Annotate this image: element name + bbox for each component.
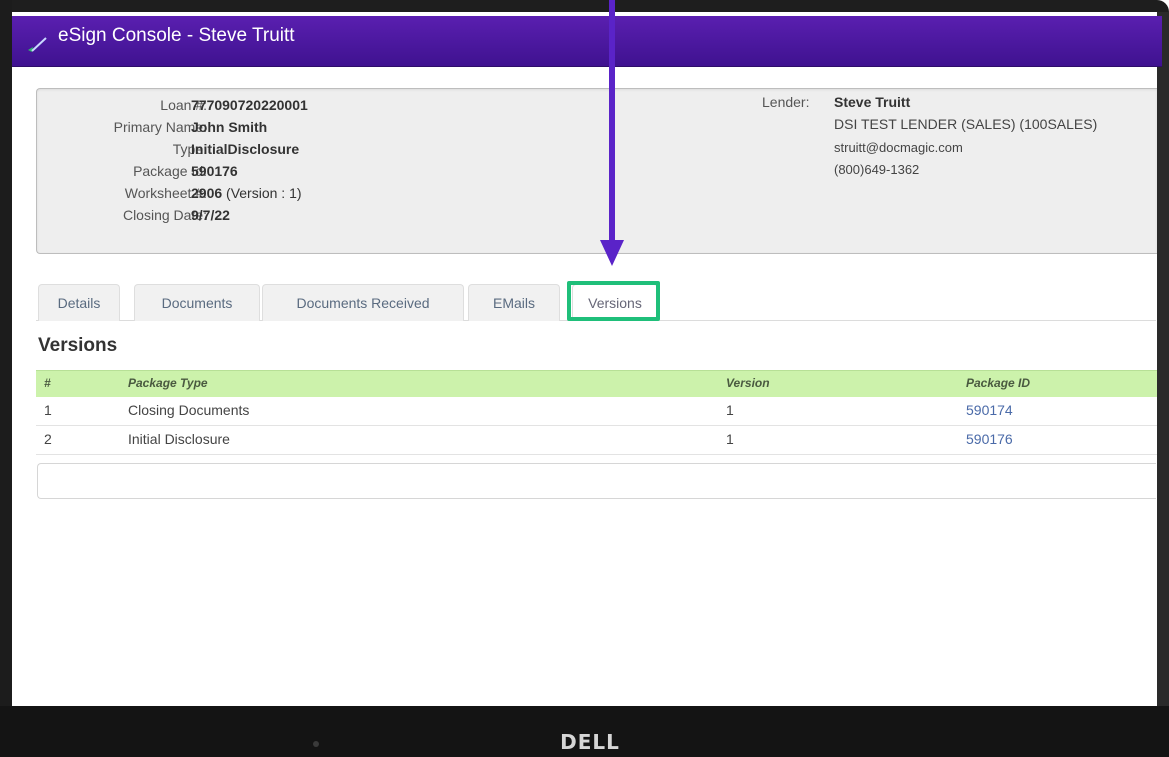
loan-info-panel: Loan #: 777090720220001 Primary Name: Jo… bbox=[36, 88, 1157, 254]
lender-company: DSI TEST LENDER (SALES) (100SALES) bbox=[834, 116, 1098, 132]
primary-name-value: John Smith bbox=[191, 119, 268, 135]
table-row: 1 Closing Documents 1 590174 bbox=[36, 397, 1157, 426]
primary-name-row: Primary Name: John Smith bbox=[37, 119, 367, 139]
worksheet-version: (Version : 1) bbox=[226, 185, 302, 201]
lender-name: Steve Truitt bbox=[834, 94, 911, 110]
loan-number-row: Loan #: 777090720220001 bbox=[37, 97, 367, 117]
tab-emails[interactable]: EMails bbox=[468, 284, 560, 321]
screen-bezel-top bbox=[0, 0, 1169, 12]
package-id-value: 590176 bbox=[191, 163, 238, 179]
row-package-type: Closing Documents bbox=[128, 402, 250, 418]
package-id-link[interactable]: 590176 bbox=[966, 431, 1013, 447]
app-title: eSign Console - Steve Truitt bbox=[58, 25, 295, 46]
package-id-link[interactable]: 590174 bbox=[966, 402, 1013, 418]
screen-bezel-right bbox=[1157, 12, 1169, 706]
arrow-down-icon bbox=[600, 240, 624, 266]
worksheet-number: 2906 bbox=[191, 185, 223, 201]
table-row: 2 Initial Disclosure 1 590176 bbox=[36, 426, 1157, 455]
row-version: 1 bbox=[726, 402, 734, 418]
row-number: 1 bbox=[44, 402, 52, 418]
screen-bezel-left bbox=[0, 0, 12, 757]
column-header-number: # bbox=[44, 376, 51, 390]
checkmark-logo-icon bbox=[28, 37, 47, 52]
column-header-package-id: Package ID bbox=[966, 376, 1031, 390]
worksheet-value: 2906 (Version : 1) bbox=[191, 185, 302, 201]
row-version: 1 bbox=[726, 431, 734, 447]
type-row: Type: InitialDisclosure bbox=[37, 141, 367, 161]
type-value: InitialDisclosure bbox=[191, 141, 300, 157]
sensor-dot bbox=[313, 741, 319, 747]
column-header-package-type: Package Type bbox=[128, 376, 208, 390]
tab-documents[interactable]: Documents bbox=[134, 284, 260, 321]
versions-tab-highlight bbox=[567, 281, 660, 321]
package-id-row: Package Id: 590176 bbox=[37, 163, 367, 183]
lender-phone: (800)649-1362 bbox=[834, 162, 920, 177]
row-number: 2 bbox=[44, 431, 52, 447]
closing-date-row: Closing Date: 9/7/22 bbox=[37, 207, 367, 227]
worksheet-row: Worksheet #: 2906 (Version : 1) bbox=[37, 185, 367, 205]
lender-email: struitt@docmagic.com bbox=[834, 140, 963, 155]
column-header-version: Version bbox=[726, 376, 770, 390]
row-package-type: Initial Disclosure bbox=[128, 431, 230, 447]
tab-documents-received[interactable]: Documents Received bbox=[262, 284, 464, 321]
tab-details[interactable]: Details bbox=[38, 284, 120, 321]
dell-logo: DELL bbox=[560, 730, 620, 754]
section-title: Versions bbox=[38, 335, 118, 356]
laptop-frame: eSign Console - Steve Truitt Loan #: 777… bbox=[0, 0, 1169, 757]
lender-label: Lender: bbox=[762, 94, 810, 110]
empty-panel bbox=[37, 463, 1156, 499]
table-header: # Package Type Version Package ID bbox=[36, 370, 1157, 397]
loan-number-value: 777090720220001 bbox=[191, 97, 308, 113]
annotation-arrow-shaft bbox=[609, 0, 615, 244]
closing-date-value: 9/7/22 bbox=[191, 207, 230, 223]
